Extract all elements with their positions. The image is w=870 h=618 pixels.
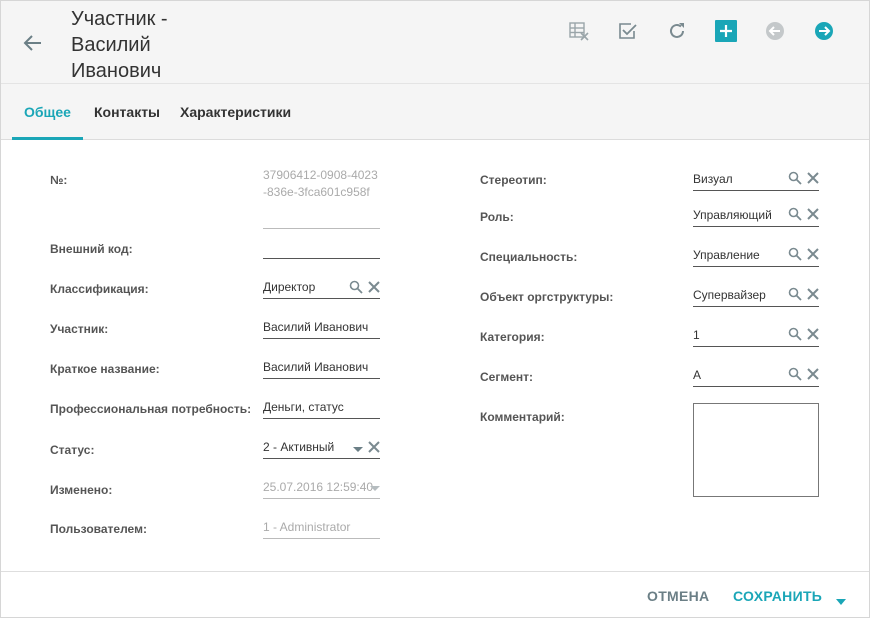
clear-icon[interactable] [806, 367, 820, 381]
modified-by-label: Пользователем: [50, 522, 147, 536]
previous-icon[interactable] [763, 19, 787, 43]
role-label: Роль: [480, 210, 514, 224]
search-icon[interactable] [788, 327, 802, 341]
footer: ОТМЕНА СОХРАНИТЬ [1, 571, 869, 617]
add-icon[interactable] [714, 19, 738, 43]
status-label: Статус: [50, 443, 95, 457]
external-code-label: Внешний код: [50, 242, 133, 256]
tab-bar: Общее Контакты Характеристики [1, 84, 869, 140]
page-title: Участник - Василий Иванович [71, 8, 168, 82]
clear-icon[interactable] [806, 287, 820, 301]
clear-icon[interactable] [806, 247, 820, 261]
clear-icon[interactable] [806, 207, 820, 221]
comment-textarea[interactable] [693, 403, 819, 497]
modified-by-field: 1 - Administrator [263, 519, 380, 539]
clear-icon[interactable] [367, 280, 381, 294]
chevron-down-icon [368, 481, 382, 495]
cancel-button[interactable]: ОТМЕНА [647, 588, 709, 604]
search-icon[interactable] [788, 207, 802, 221]
search-icon[interactable] [349, 280, 363, 294]
participant-input[interactable]: Василий Иванович [263, 319, 380, 339]
stereotype-label: Стереотип: [480, 173, 547, 187]
comment-label: Комментарий: [480, 410, 565, 424]
search-icon[interactable] [788, 367, 802, 381]
modified-label: Изменено: [50, 483, 113, 497]
save-button[interactable]: СОХРАНИТЬ [733, 588, 822, 604]
back-arrow-icon[interactable] [21, 31, 45, 55]
chevron-down-icon[interactable] [351, 442, 365, 456]
professional-need-input[interactable]: Деньги, статус [263, 399, 380, 419]
clear-icon[interactable] [367, 440, 381, 454]
clear-icon[interactable] [806, 327, 820, 341]
segment-label: Сегмент: [480, 370, 534, 384]
tab-general[interactable]: Общее [12, 84, 83, 140]
refresh-icon[interactable] [665, 19, 689, 43]
header: Участник - Василий Иванович [1, 1, 869, 84]
classification-label: Классификация: [50, 282, 149, 296]
next-icon[interactable] [812, 19, 836, 43]
number-label: №: [50, 173, 68, 187]
tab-characteristics[interactable]: Характеристики [180, 84, 291, 140]
short-name-label: Краткое название: [50, 362, 160, 376]
participant-label: Участник: [50, 322, 109, 336]
tab-contacts[interactable]: Контакты [94, 84, 160, 140]
org-object-label: Объект оргструктуры: [480, 290, 614, 304]
number-field: 37906412-0908-4023-836e-3fca601c958f [263, 167, 380, 229]
professional-need-label: Профессиональная потребность: [50, 402, 252, 416]
search-icon[interactable] [788, 247, 802, 261]
window: Участник - Василий Иванович Общее Контак… [0, 0, 870, 618]
table-clear-icon[interactable] [567, 19, 591, 43]
specialty-label: Специальность: [480, 250, 578, 264]
checkbox-check-icon[interactable] [616, 19, 640, 43]
category-label: Категория: [480, 330, 545, 344]
clear-icon[interactable] [806, 171, 820, 185]
modified-field: 25.07.2016 12:59:40 [263, 479, 380, 499]
external-code-input[interactable] [263, 239, 380, 259]
search-icon[interactable] [788, 171, 802, 185]
search-icon[interactable] [788, 287, 802, 301]
chevron-down-icon[interactable] [835, 593, 847, 611]
short-name-input[interactable]: Василий Иванович [263, 359, 380, 379]
